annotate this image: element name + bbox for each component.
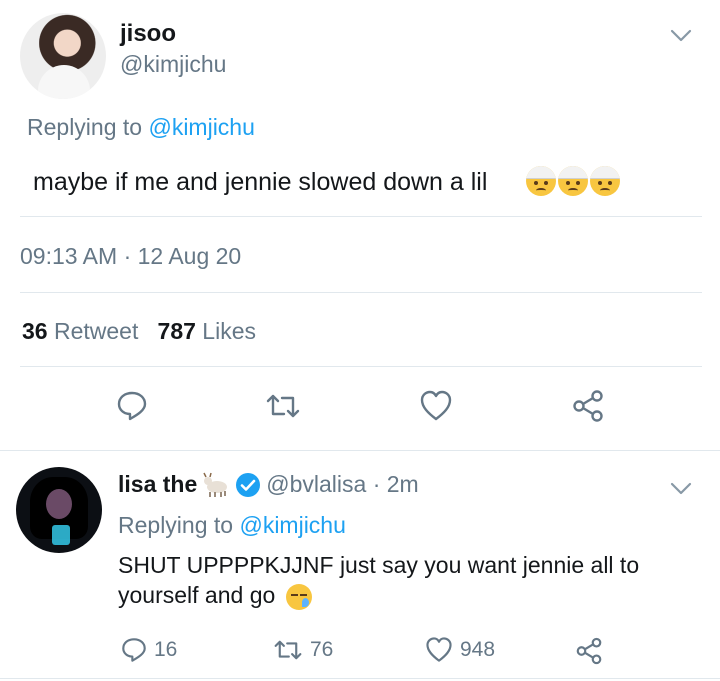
chevron-down-icon[interactable] — [668, 475, 694, 501]
emoji-group — [526, 166, 620, 196]
tweet-stats: 36 Retweet 787 Likes — [22, 318, 256, 345]
divider — [0, 450, 720, 451]
bandaged-face-emoji — [590, 166, 620, 196]
heart-icon — [426, 637, 452, 662]
reply-tweet-text-block: SHUT UPPPPKJJNF just say you want jennie… — [118, 550, 658, 610]
like-button[interactable] — [416, 386, 456, 426]
avatar[interactable] — [20, 13, 106, 99]
author-handle[interactable]: @kimjichu — [120, 51, 226, 78]
tweet-text: maybe if me and jennie slowed down a lil — [33, 168, 488, 196]
verified-badge-icon — [236, 472, 261, 497]
replying-to-link[interactable]: @kimjichu — [239, 512, 345, 538]
replying-to-line: Replying to @kimjichu — [27, 114, 255, 141]
replying-to-label: Replying to — [118, 512, 240, 538]
bandaged-face-emoji — [558, 166, 588, 196]
retweet-count[interactable]: 36 — [22, 318, 48, 344]
replying-to-label: Replying to — [27, 114, 149, 140]
sleepy-face-emoji — [285, 583, 312, 610]
goat-emoji — [203, 472, 228, 497]
divider — [20, 366, 702, 367]
share-icon — [573, 390, 603, 422]
like-count: 948 — [460, 638, 496, 661]
share-button[interactable] — [568, 386, 608, 426]
like-count[interactable]: 787 — [158, 318, 196, 344]
retweet-button[interactable] — [263, 386, 303, 426]
retweet-icon — [266, 394, 300, 418]
replying-to-link[interactable]: @kimjichu — [148, 114, 254, 140]
divider — [20, 292, 702, 293]
avatar[interactable] — [16, 467, 102, 553]
reply-button[interactable]: 16 — [120, 636, 177, 664]
avatar-image — [38, 65, 90, 99]
replying-to-line: Replying to @kimjichu — [118, 512, 346, 539]
like-button[interactable]: 948 — [424, 636, 495, 664]
retweet-button[interactable]: 76 — [272, 636, 333, 664]
heart-icon — [420, 390, 452, 421]
timestamp[interactable]: 09:13 AM · 12 Aug 20 — [20, 243, 241, 270]
reply-header: lisa the @bvlalisa · 2m — [118, 471, 419, 498]
divider — [0, 678, 720, 679]
divider — [20, 216, 702, 217]
share-button[interactable] — [574, 636, 604, 666]
reply-tweet-text: SHUT UPPPPKJJNF just say you want jennie… — [118, 552, 640, 608]
reply-icon — [117, 391, 147, 421]
author-handle-time[interactable]: @bvlalisa · 2m — [266, 471, 418, 498]
retweet-label[interactable]: Retweet — [54, 318, 138, 344]
author-name[interactable]: jisoo — [120, 20, 176, 48]
like-label[interactable]: Likes — [202, 318, 256, 344]
reply-button[interactable] — [112, 386, 152, 426]
reply-count: 16 — [154, 638, 178, 661]
chevron-down-icon[interactable] — [668, 22, 694, 48]
share-icon — [576, 637, 602, 665]
reply-icon — [122, 638, 146, 662]
bandaged-face-emoji — [526, 166, 556, 196]
retweet-count: 76 — [310, 638, 334, 661]
retweet-icon — [274, 640, 302, 660]
author-name[interactable]: lisa the — [118, 471, 197, 498]
